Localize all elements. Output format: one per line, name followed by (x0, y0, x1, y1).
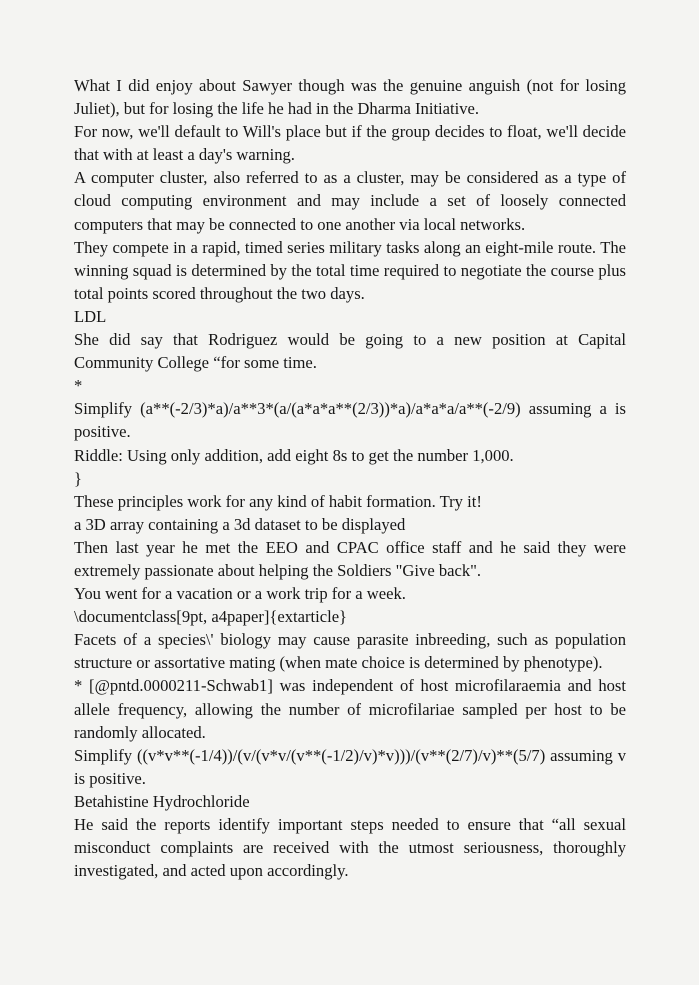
paragraph: These principles work for any kind of ha… (74, 491, 482, 511)
paragraph: Riddle: Using only addition, add eight 8… (74, 445, 514, 465)
paragraph: * (74, 376, 83, 396)
paragraph: Simplify ((v*v**(-1/4))/(v/(v*v/(v**(-1/… (74, 745, 626, 788)
paragraph: She did say that Rodriguez would be goin… (74, 330, 626, 373)
paragraph: } (74, 468, 82, 488)
paragraph: LDL (74, 306, 107, 326)
paragraph: He said the reports identify important s… (74, 815, 626, 881)
paragraph: Then last year he met the EEO and CPAC o… (74, 537, 626, 580)
paragraph: a 3D array containing a 3d dataset to be… (74, 514, 406, 534)
paragraph: They compete in a rapid, timed series mi… (74, 237, 626, 303)
paragraph: What I did enjoy about Sawyer though was… (74, 76, 626, 119)
paragraph: You went for a vacation or a work trip f… (74, 584, 406, 604)
paragraph: For now, we'll default to Will's place b… (74, 122, 626, 165)
paragraph: Simplify (a**(-2/3)*a)/a**3*(a/(a*a*a**(… (74, 399, 626, 442)
paragraph: \documentclass[9pt, a4paper]{extarticle} (74, 607, 348, 627)
document-page: What I did enjoy about Sawyer though was… (0, 0, 699, 985)
paragraph: A computer cluster, also referred to as … (74, 168, 626, 234)
paragraph: * [@pntd.0000211-Schwab1] was independen… (74, 676, 626, 742)
paragraph: Facets of a species\' biology may cause … (74, 630, 626, 673)
paragraph: Betahistine Hydrochloride (74, 791, 250, 811)
document-body: What I did enjoy about Sawyer though was… (74, 74, 626, 882)
